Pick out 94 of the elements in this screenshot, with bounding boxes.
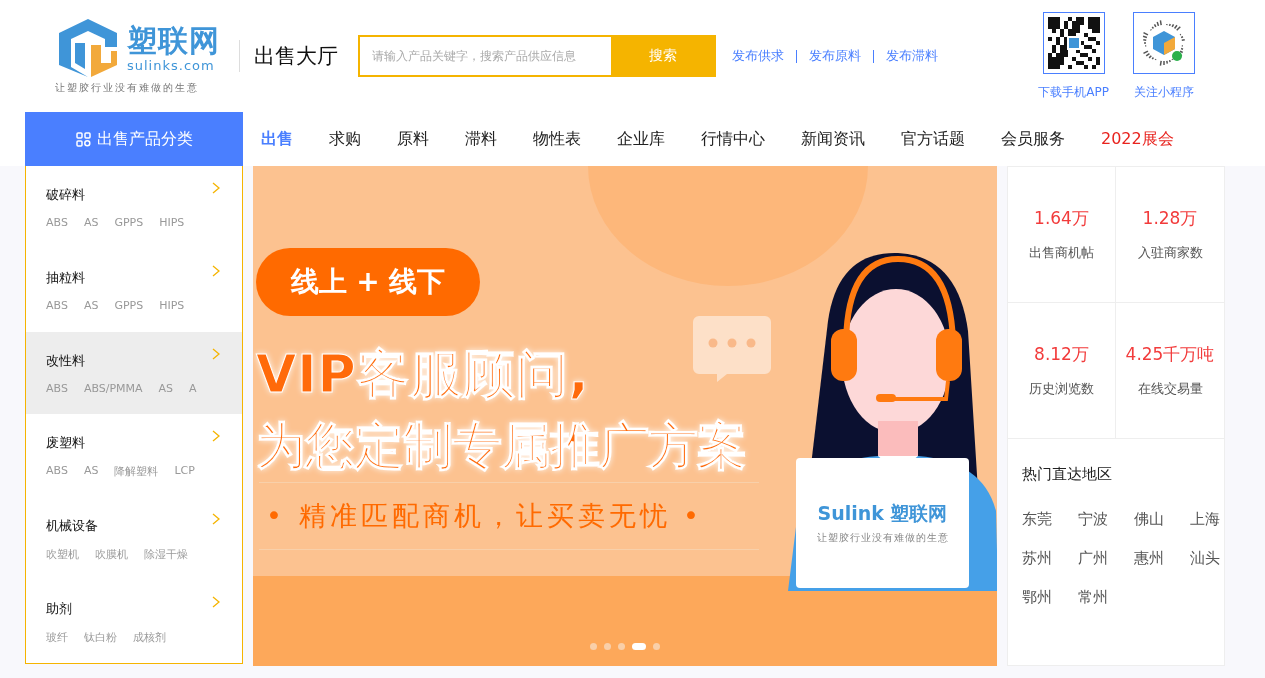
nav-link[interactable]: 求购	[311, 128, 379, 150]
category-item[interactable]: 机械设备 吹塑机 吹膜机 除湿干燥	[26, 497, 242, 581]
stat-label: 在线交易量	[1137, 380, 1203, 398]
chevron-right-icon	[212, 513, 220, 526]
region-link[interactable]: 宁波	[1078, 510, 1134, 529]
nav-link[interactable]: 企业库	[599, 128, 683, 150]
logo-slogan: 让塑胶行业没有难做的生意	[55, 81, 200, 95]
category-item[interactable]: 废塑料 ABS AS 降解塑料 LCP	[26, 414, 242, 498]
qr-code	[1047, 16, 1100, 69]
nav-link[interactable]: 官方话题	[883, 128, 983, 150]
category-tag[interactable]: ABS	[46, 464, 68, 480]
category-name: 机械设备	[46, 517, 98, 536]
nav-link[interactable]: 出售	[261, 128, 311, 150]
category-item[interactable]: 抽粒料 ABS AS GPPS HIPS	[26, 248, 242, 332]
category-name: 破碎料	[46, 186, 85, 204]
stat-label: 出售商机帖	[1029, 244, 1094, 262]
category-tag[interactable]: ABS	[46, 298, 68, 312]
region-link[interactable]: 佛山	[1134, 510, 1190, 529]
region-link[interactable]: 上海	[1190, 510, 1246, 529]
qr-caption[interactable]: 关注小程序	[1134, 83, 1194, 101]
category-item[interactable]: 助剂 玻纤 钛白粉 成核剂	[26, 580, 242, 663]
carousel-dot[interactable]	[590, 643, 597, 650]
category-tag[interactable]: GPPS	[114, 298, 144, 312]
category-tag[interactable]: A	[189, 381, 197, 395]
category-tag[interactable]: ABS	[46, 216, 68, 229]
nav-link[interactable]: 会员服务	[983, 128, 1083, 150]
laptop-slogan: 让塑胶行业没有难做的生意	[816, 531, 949, 545]
category-item[interactable]: 破碎料 ABS AS GPPS HIPS	[26, 166, 242, 249]
carousel-dot[interactable]	[653, 643, 660, 650]
category-tag[interactable]: HIPS	[159, 216, 185, 229]
post-link[interactable]: 发布滞料	[886, 47, 938, 65]
nav-link[interactable]: 2022展会	[1083, 128, 1192, 150]
chevron-right-icon	[212, 347, 220, 360]
category-name: 废塑料	[46, 434, 85, 453]
banner-headline: VIP客服顾问,	[256, 343, 590, 406]
promo-banner[interactable]: 线上 + 线下 VIP客服顾问, 为您定制专属推广方案 • 精准匹配商机，让买卖无忧 • Sulink 塑联网 让塑胶行业没有难做的生意	[253, 166, 997, 666]
grid-icon	[75, 131, 91, 147]
category-tag[interactable]: 吹塑机	[46, 547, 79, 563]
qr-caption[interactable]: 下载手机APP	[1038, 83, 1109, 101]
laptop-brand: Sulink 塑联网	[817, 501, 948, 526]
category-tag[interactable]: AS	[83, 464, 99, 480]
region-link[interactable]: 苏州	[1022, 549, 1078, 568]
chevron-right-icon	[212, 264, 220, 277]
category-name: 助剂	[46, 600, 72, 619]
nav-link[interactable]: 新闻资讯	[783, 128, 883, 150]
regions-title: 热门直达地区	[1022, 465, 1113, 484]
category-tag[interactable]: LCP	[174, 464, 195, 480]
category-item[interactable]: 改性料 ABS ABS/PMMA AS A	[26, 331, 242, 415]
logo-domain: sulinks.com	[127, 57, 216, 73]
chevron-right-icon	[212, 430, 220, 443]
section-title: 出售大厅	[254, 43, 338, 70]
category-name: 改性料	[46, 351, 85, 370]
stat-value: 1.64万	[1034, 207, 1089, 230]
banner-headline: 为您定制专属推广方案	[256, 416, 746, 477]
carousel-dot[interactable]	[618, 643, 625, 650]
region-link[interactable]: 惠州	[1134, 549, 1190, 568]
region-link[interactable]: 常州	[1078, 588, 1134, 607]
category-tag[interactable]: ABS	[46, 381, 68, 395]
banner-subline: • 精准匹配商机，让买卖无忧 •	[266, 499, 704, 533]
category-name: 抽粒料	[46, 268, 85, 287]
chat-bubble-icon	[693, 316, 771, 382]
category-button[interactable]: 出售产品分类	[25, 112, 243, 166]
region-link[interactable]: 广州	[1078, 549, 1134, 568]
banner-pill: 线上 + 线下	[256, 248, 480, 316]
nav-link[interactable]: 原料	[379, 128, 447, 150]
logo-name: 塑联网	[127, 23, 220, 58]
nav-link[interactable]: 物性表	[515, 128, 599, 150]
category-tag[interactable]: HIPS	[159, 298, 185, 312]
category-tag[interactable]: 除湿干燥	[144, 547, 188, 563]
category-tag[interactable]: AS	[83, 298, 99, 312]
region-link[interactable]: 东莞	[1022, 510, 1078, 529]
stat-value: 1.28万	[1142, 207, 1198, 230]
category-tag[interactable]: AS	[158, 381, 174, 395]
chevron-right-icon	[212, 596, 220, 609]
category-tag[interactable]: 成核剂	[133, 630, 166, 646]
region-link[interactable]: 鄂州	[1022, 588, 1078, 607]
category-tag[interactable]: 降解塑料	[114, 464, 159, 480]
stat-label: 历史浏览数	[1029, 380, 1094, 398]
carousel-dot[interactable]	[604, 643, 611, 650]
nav-link[interactable]: 行情中心	[683, 128, 783, 150]
stat-label: 入驻商家数	[1137, 244, 1203, 262]
region-link[interactable]: 汕头	[1190, 549, 1246, 568]
category-tag[interactable]: 钛白粉	[84, 630, 117, 646]
category-tag[interactable]: GPPS	[114, 216, 144, 229]
category-tag[interactable]: 吹膜机	[95, 547, 128, 563]
stat-value: 4.25千万吨	[1125, 343, 1215, 366]
chevron-right-icon	[212, 182, 220, 194]
stat-value: 8.12万	[1034, 343, 1089, 366]
nav-link[interactable]: 滞料	[447, 128, 515, 150]
category-tag[interactable]: ABS/PMMA	[83, 381, 143, 395]
post-link[interactable]: 发布原料	[809, 47, 861, 65]
post-link[interactable]: 发布供求	[732, 47, 784, 65]
category-tag[interactable]: AS	[83, 216, 99, 229]
category-tag[interactable]: 玻纤	[46, 630, 68, 646]
